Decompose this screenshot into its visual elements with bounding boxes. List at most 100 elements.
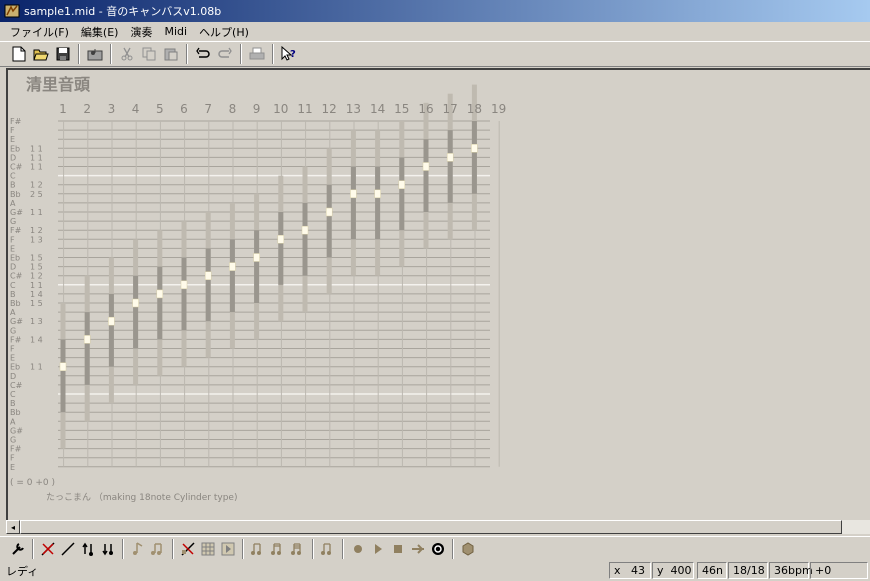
row-note-label: E	[10, 463, 15, 472]
note-marker[interactable]	[277, 235, 285, 244]
note-up-icon[interactable]	[78, 539, 98, 559]
note-marker[interactable]	[204, 271, 212, 280]
column-number: 2	[83, 102, 91, 116]
eighth-note-icon[interactable]	[128, 539, 148, 559]
score-title: 清里音頭	[26, 75, 91, 94]
note-marker[interactable]	[471, 144, 478, 153]
menu-help[interactable]: ヘルプ(H)	[193, 24, 255, 40]
menu-edit[interactable]: 編集(E)	[75, 24, 125, 40]
step-icon[interactable]	[408, 539, 428, 559]
chord-4-icon[interactable]	[318, 539, 338, 559]
row-note-label: F#	[10, 335, 22, 344]
toolbar-separator	[122, 538, 124, 559]
note-marker[interactable]	[253, 253, 260, 262]
scroll-left-icon[interactable]: ◂	[6, 520, 20, 534]
cut-scissors-icon[interactable]	[116, 43, 138, 65]
row-note-label: F#	[10, 445, 22, 454]
row-note-labels: F#FEEb 1 1D 1 1C# 1 1CB 1 2Bb 2 5AG# 1 1GF# 1 2…	[10, 117, 43, 472]
score-credit: たっこまん （making 18note Cylinder type)	[46, 492, 237, 503]
redo-icon[interactable]	[214, 43, 236, 65]
print-icon[interactable]	[246, 43, 268, 65]
menu-play[interactable]: 演奏	[124, 24, 158, 40]
note-core-bar	[471, 121, 477, 194]
erase-icon[interactable]	[178, 539, 198, 559]
row-note-label: F	[10, 235, 15, 244]
toolbar-separator	[32, 538, 34, 559]
row-note-label: Eb	[10, 144, 20, 153]
note-marker[interactable]	[446, 153, 454, 162]
row-note-label: G	[10, 436, 16, 445]
note-core-bar	[399, 157, 405, 231]
paste-icon[interactable]	[160, 43, 182, 65]
row-note-label: C#	[10, 272, 23, 281]
row-count-label: 1 1	[30, 153, 43, 162]
note-marker[interactable]	[132, 298, 139, 308]
row-note-label: G#	[10, 208, 23, 217]
play-icon[interactable]	[368, 539, 388, 559]
row-count-label: 2 5	[30, 190, 43, 199]
note-marker[interactable]	[301, 225, 309, 235]
note-marker[interactable]	[108, 316, 115, 326]
loop-icon[interactable]	[428, 539, 448, 559]
row-note-label: A	[10, 417, 16, 426]
open-music-folder-icon[interactable]	[84, 43, 106, 65]
new-file-icon[interactable]	[8, 43, 30, 65]
row-count-label: 1 1	[30, 363, 43, 372]
stop-icon[interactable]	[388, 539, 408, 559]
chord-3-icon[interactable]	[288, 539, 308, 559]
delete-line-icon[interactable]	[38, 539, 58, 559]
pencil-line-icon[interactable]	[58, 539, 78, 559]
note-core-bar	[278, 212, 284, 285]
copy-icon[interactable]	[138, 43, 160, 65]
cylinder-score[interactable]: 清里音頭 1 2 3 4 5 6 7 8 9 10 11 12 13 14 15 16 17 18 19 F#FEE…	[8, 70, 870, 520]
save-disk-icon[interactable]	[52, 43, 74, 65]
wrench-icon[interactable]	[8, 539, 28, 559]
status-y: y 400	[652, 562, 694, 579]
horizontal-scrollbar[interactable]: ◂	[6, 520, 870, 534]
column-number: 18	[467, 102, 482, 116]
status-x-label: x	[614, 564, 621, 577]
note-marker[interactable]	[229, 262, 236, 271]
context-help-icon[interactable]: ?	[278, 43, 300, 65]
note-marker[interactable]	[422, 162, 430, 171]
beamed-notes-icon[interactable]	[148, 539, 168, 559]
row-note-label: Eb	[10, 254, 20, 263]
undo-icon[interactable]	[192, 43, 214, 65]
row-note-label: G#	[10, 426, 23, 435]
row-count-label: 1 4	[30, 290, 43, 299]
note-marker[interactable]	[350, 189, 357, 199]
cylinder-icon[interactable]	[458, 539, 478, 559]
note-down-icon[interactable]	[98, 539, 118, 559]
insert-bar-icon[interactable]	[218, 539, 238, 559]
menu-midi[interactable]: Midi	[158, 25, 193, 38]
record-icon[interactable]	[348, 539, 368, 559]
note-core-bar	[108, 293, 114, 367]
toolbar-separator	[452, 538, 454, 559]
grid-icon[interactable]	[198, 539, 218, 559]
column-number: 7	[204, 102, 212, 116]
row-count-label: 1 2	[30, 181, 43, 190]
note-marker[interactable]	[59, 362, 67, 371]
row-note-label: C	[10, 281, 16, 290]
score-canvas[interactable]: 清里音頭 1 2 3 4 5 6 7 8 9 10 11 12 13 14 15 16 17 18 19 F# F E E…	[6, 68, 870, 520]
note-marker[interactable]	[374, 189, 381, 199]
status-transpose: +0	[810, 562, 868, 579]
menu-file[interactable]: ファイル(F)	[4, 24, 75, 40]
note-marker[interactable]	[180, 280, 188, 290]
row-note-label: A	[10, 199, 16, 208]
row-count-label: 1 1	[30, 163, 43, 172]
note-marker[interactable]	[156, 289, 164, 299]
column-number: 16	[418, 102, 433, 116]
chord-2-icon[interactable]	[268, 539, 288, 559]
row-count-label: 1 1	[30, 144, 43, 153]
toolbar-separator	[172, 538, 174, 559]
chord-1-icon[interactable]	[248, 539, 268, 559]
open-folder-icon[interactable]	[30, 43, 52, 65]
note-marker[interactable]	[83, 335, 91, 344]
note-core-bar	[423, 139, 429, 212]
scroll-thumb[interactable]	[20, 520, 842, 534]
note-marker[interactable]	[398, 180, 406, 189]
note-marker[interactable]	[325, 207, 333, 217]
note-core-bar	[302, 202, 308, 276]
window-title: sample1.mid - 音のキャンバスv1.08b	[24, 5, 222, 18]
